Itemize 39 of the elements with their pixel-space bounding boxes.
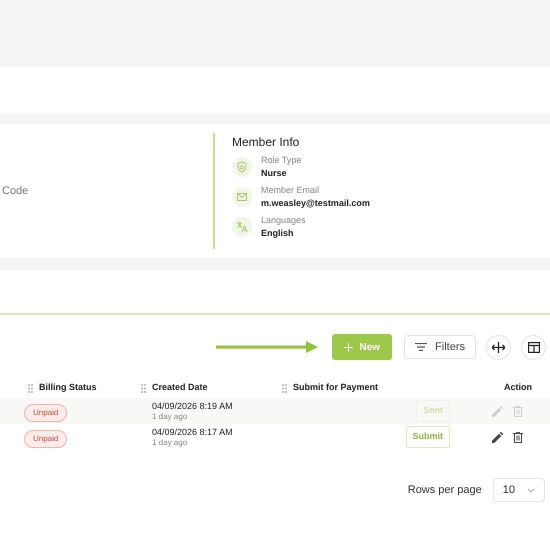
plus-icon xyxy=(344,342,354,352)
field-value: Nurse xyxy=(261,169,288,178)
drag-handle-icon xyxy=(28,384,33,392)
drag-handle-icon xyxy=(141,384,146,392)
table-cell-text: 04/09/2026 8:17 AM xyxy=(152,426,234,438)
new-button[interactable]: New xyxy=(332,334,392,360)
drag-handle-icon xyxy=(282,384,287,392)
field-label: Code xyxy=(1,184,28,199)
column-header: Action xyxy=(504,381,532,394)
column-header: Created Date xyxy=(152,381,208,394)
field-label: Member Email xyxy=(261,186,320,195)
rows-per-page-label: Rows per page xyxy=(408,482,482,498)
trash-icon[interactable] xyxy=(512,432,522,442)
payment-button[interactable]: Submit xyxy=(406,426,450,448)
rows-per-page-select[interactable]: 10 xyxy=(492,478,545,502)
column-header: Submit for Payment xyxy=(293,381,378,394)
filter-icon xyxy=(415,343,428,351)
translate-icon xyxy=(232,217,252,237)
filters-button[interactable]: Filters xyxy=(404,335,476,359)
relative-time: 1 day ago xyxy=(152,438,188,448)
field-value: English xyxy=(261,229,295,238)
field-value: m.weasley@testmail.com xyxy=(261,199,370,208)
table-cell-text: 04/09/2026 8:19 AM xyxy=(152,400,234,412)
field-label: Role Type xyxy=(261,156,302,165)
status-badge: Unpaid xyxy=(24,430,68,448)
chevron-down-icon xyxy=(527,488,535,492)
layout-button[interactable] xyxy=(521,334,546,360)
column-header: Billing Status xyxy=(39,381,97,394)
section-title: Member Info xyxy=(232,134,300,151)
edit-icon[interactable] xyxy=(492,432,502,442)
status-badge: Unpaid xyxy=(24,404,68,422)
columns-icon xyxy=(528,342,540,352)
relative-time: 1 day ago xyxy=(152,412,188,422)
column-resize-button[interactable] xyxy=(486,334,511,360)
resize-arrows-icon xyxy=(492,342,505,352)
envelope-icon xyxy=(232,187,252,207)
shield-icon xyxy=(232,157,252,177)
arrow-icon xyxy=(216,340,320,354)
field-label: Languages xyxy=(261,216,306,225)
